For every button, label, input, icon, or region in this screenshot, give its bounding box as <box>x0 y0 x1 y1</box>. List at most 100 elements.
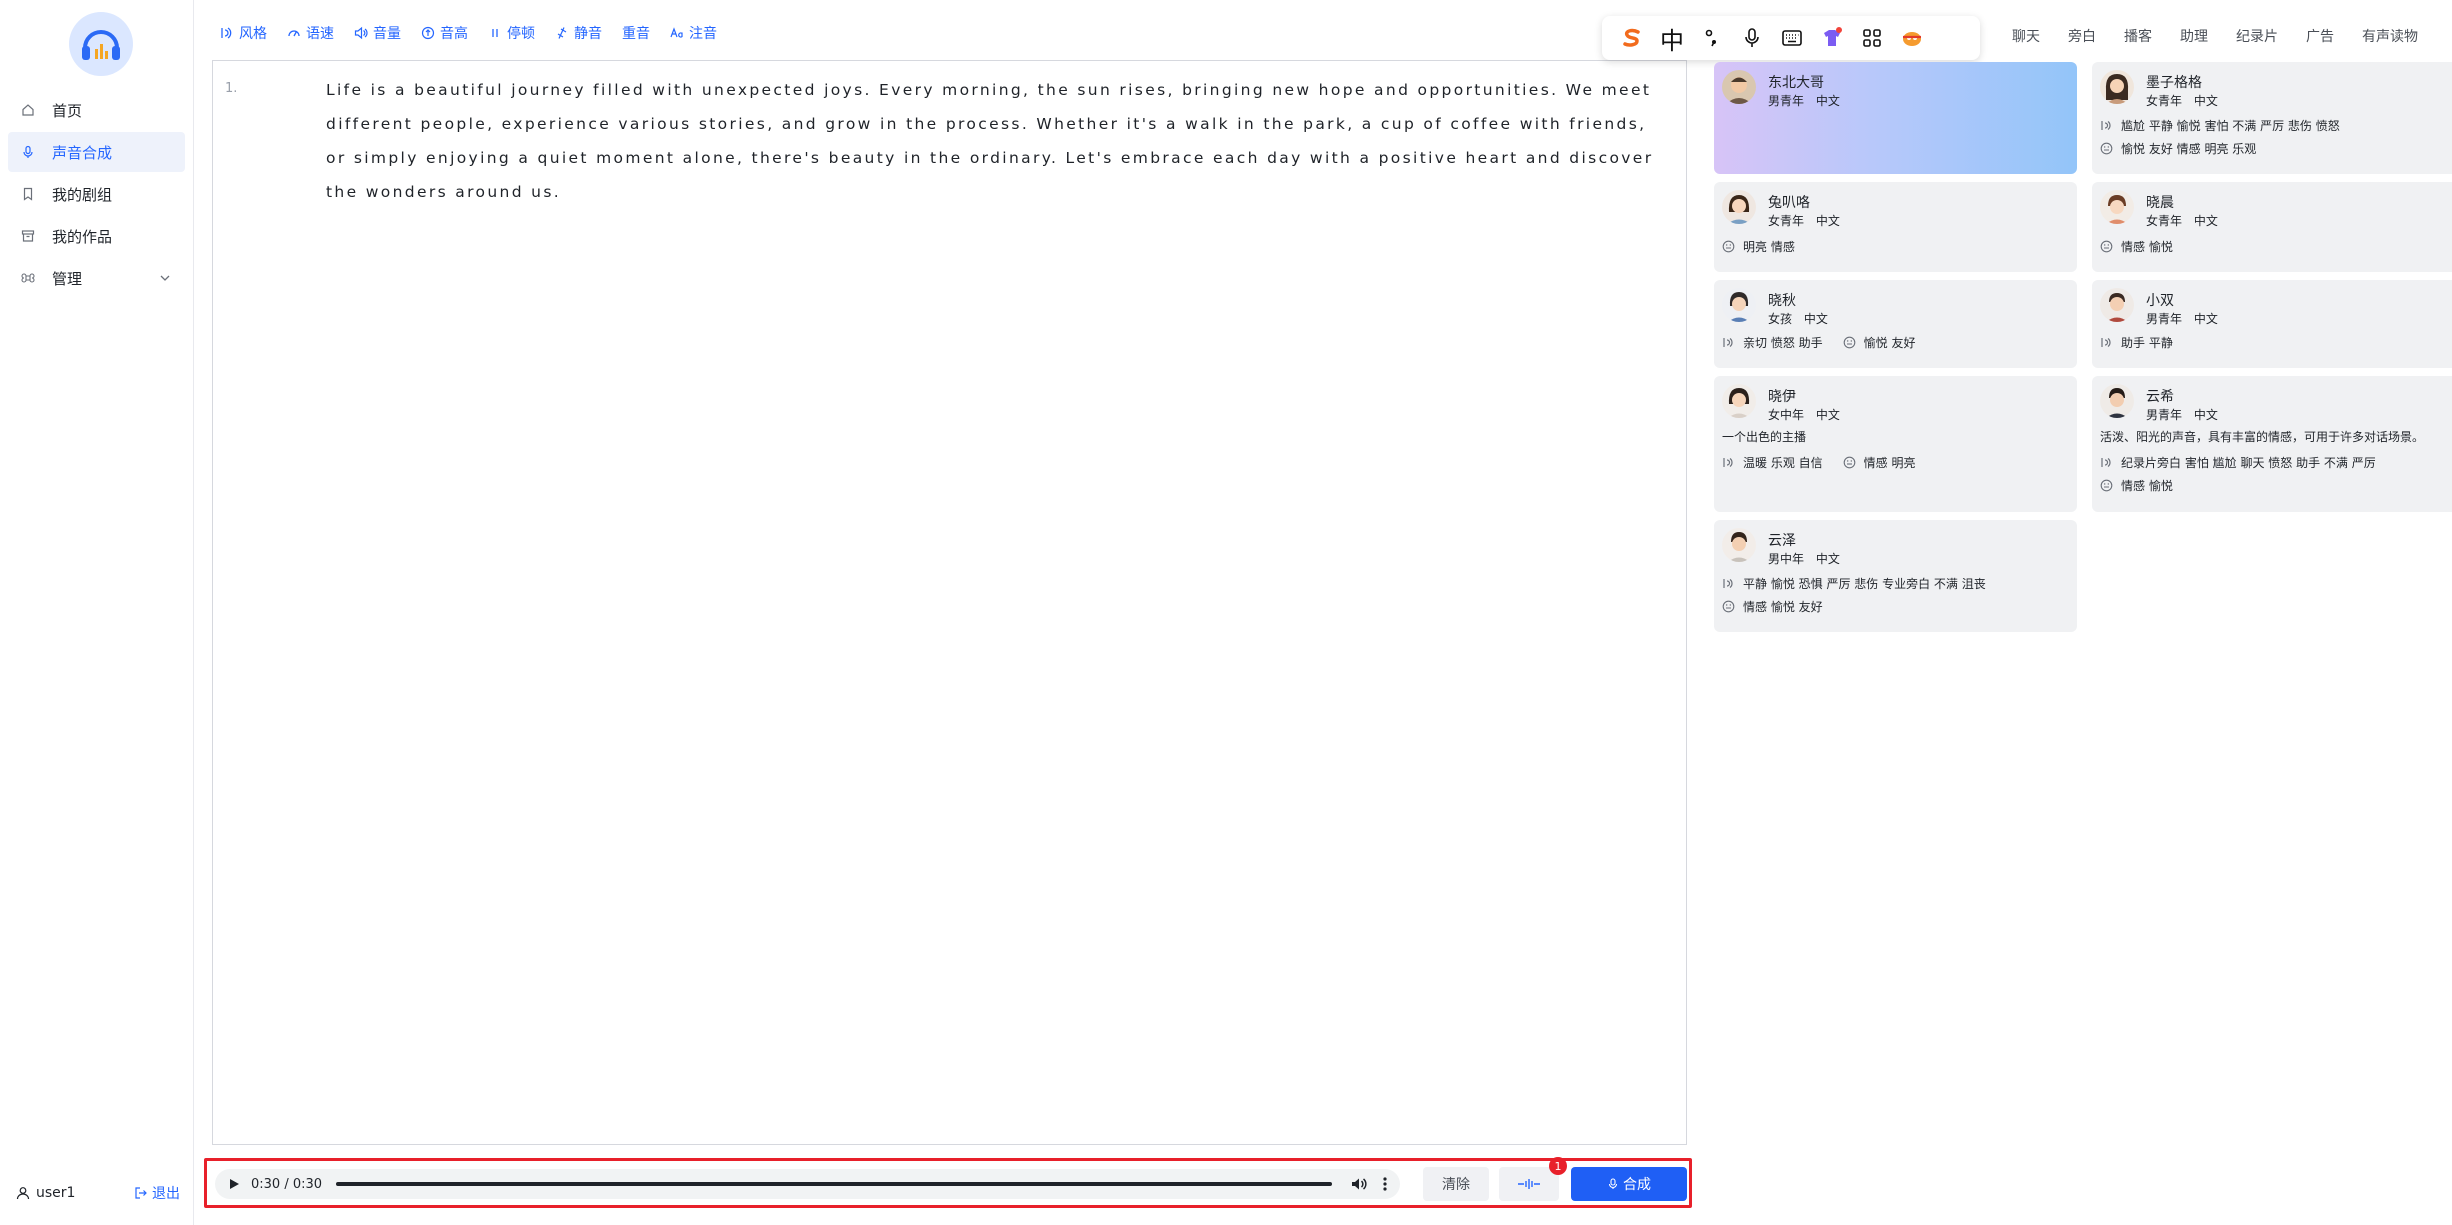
keyboard-icon[interactable] <box>1772 18 1812 58</box>
voice-card[interactable]: 云希 男青年 中文 活泼、阳光的声音，具有丰富的情感，可用于许多对话场景。 纪录… <box>2092 376 2452 512</box>
more-options-icon[interactable] <box>1382 1176 1388 1192</box>
voice-card[interactable]: 晓秋 女孩 中文 亲切 愤怒 助手 愉悦 友好 <box>1714 280 2077 368</box>
voice-name: 东北大哥 <box>1768 75 1824 91</box>
toolbox-grid-icon[interactable] <box>1852 18 1892 58</box>
tool-style[interactable]: 风格 <box>220 23 267 43</box>
emotion-tags: 愉悦 友好 情感 明亮 乐观 <box>2100 140 2276 157</box>
play-icon[interactable] <box>227 1177 241 1191</box>
emotion-icon <box>1843 456 1855 469</box>
tool-label: 注音 <box>689 26 717 42</box>
ime-logo-icon[interactable] <box>1612 18 1652 58</box>
username: user1 <box>36 1185 76 1201</box>
tab-advertisement[interactable]: 广告 <box>2306 26 2334 46</box>
phonetic-icon <box>670 27 683 38</box>
voice-name: 小双 <box>2146 293 2174 309</box>
tool-speed[interactable]: 语速 <box>287 23 334 43</box>
tool-pitch[interactable]: 音高 <box>421 23 468 43</box>
sidebar-item-my-works[interactable]: 我的作品 <box>8 216 185 256</box>
style-icon <box>221 27 232 39</box>
tool-pause[interactable]: 停顿 <box>488 23 535 43</box>
emotion-tags: 情感 愉悦 <box>2100 477 2193 494</box>
voice-tags: 亲切 愤怒 助手 愉悦 友好 <box>1722 334 1935 351</box>
tool-stress[interactable]: 重音 <box>622 23 650 43</box>
editor-toolbar: 风格 语速 音量 音高 停顿 静音 重音 注音 <box>220 23 737 43</box>
app-root: 首页 声音合成 我的剧组 我的作品 管理 user1 退出 风格 语速 音量 音… <box>0 0 2452 1225</box>
voice-card[interactable]: 东北大哥 男青年 中文 <box>1714 62 2077 174</box>
skin-icon[interactable] <box>1812 18 1852 58</box>
sidebar-item-label: 我的剧组 <box>52 185 113 204</box>
tool-mute[interactable]: 静音 <box>555 23 602 43</box>
tool-phonetic[interactable]: 注音 <box>670 23 717 43</box>
style-icon <box>2101 458 2111 467</box>
waveform-button[interactable] <box>1499 1167 1559 1201</box>
voice-description: 活泼、阳光的声音，具有丰富的情感，可用于许多对话场景。 <box>2100 430 2425 444</box>
voice-name: 云希 <box>2146 389 2174 405</box>
voice-meta: 女孩 中文 <box>1768 312 1828 326</box>
voice-card[interactable]: 墨子格格 女青年 中文 尴尬 平静 愉悦 害怕 不满 严厉 悲伤 愤怒 愉悦 友… <box>2092 62 2452 174</box>
audio-control-bar: 0:30 / 0:30 清除 1 合成 <box>204 1157 1692 1208</box>
sidebar-nav: 首页 声音合成 我的剧组 我的作品 管理 <box>8 90 185 300</box>
logout-label: 退出 <box>152 1186 180 1202</box>
archive-icon <box>20 228 36 244</box>
ime-language-toggle[interactable]: 中 <box>1652 18 1692 58</box>
user-icon <box>16 1187 30 1200</box>
voice-card[interactable]: 兔叭咯 女青年 中文 明亮 情感 <box>1714 182 2077 272</box>
sidebar-item-admin[interactable]: 管理 <box>8 258 185 298</box>
tab-documentary[interactable]: 纪录片 <box>2236 26 2278 46</box>
progress-track[interactable] <box>336 1182 1332 1186</box>
tool-label: 重音 <box>622 26 650 42</box>
ime-toolbar: 中 <box>1602 16 1980 60</box>
emotion-tags: 明亮 情感 <box>1722 238 1815 255</box>
synthesize-button[interactable]: 合成 <box>1571 1167 1687 1201</box>
text-editor[interactable]: 1. Life is a beautiful journey filled wi… <box>212 60 1687 1145</box>
emotion-icon <box>2100 142 2113 155</box>
logout-icon <box>135 1187 147 1199</box>
avatar <box>1722 384 1756 418</box>
tab-assistant[interactable]: 助理 <box>2180 26 2208 46</box>
editor-text[interactable]: Life is a beautiful journey filled with … <box>326 73 1666 209</box>
tab-audiobook[interactable]: 有声读物 <box>2362 26 2418 46</box>
volume-icon <box>354 26 368 40</box>
voice-meta: 女青年 中文 <box>1768 214 1840 228</box>
sidebar-item-home[interactable]: 首页 <box>8 90 185 130</box>
tool-label: 音高 <box>440 26 468 42</box>
pitch-icon <box>421 26 435 40</box>
voice-card[interactable]: 晓伊 女中年 中文 一个出色的主播 温暖 乐观 自信 情感 明亮 <box>1714 376 2077 512</box>
punctuation-icon[interactable] <box>1692 18 1732 58</box>
voice-card[interactable]: 小双 男青年 中文 助手 平静 <box>2092 280 2452 368</box>
tab-narration[interactable]: 旁白 <box>2068 26 2096 46</box>
volume-icon[interactable] <box>1350 1175 1368 1193</box>
sidebar-item-my-crew[interactable]: 我的剧组 <box>8 174 185 214</box>
voice-name: 云泽 <box>1768 533 1796 549</box>
tab-podcast[interactable]: 播客 <box>2124 26 2152 46</box>
tool-label: 停顿 <box>507 26 535 42</box>
voice-category-tabs: 聊天 旁白 播客 助理 纪录片 广告 有声读物 <box>2012 26 2446 46</box>
voice-input-icon[interactable] <box>1732 18 1772 58</box>
tab-chat[interactable]: 聊天 <box>2012 26 2040 46</box>
voice-meta: 女中年 中文 <box>1768 408 1840 422</box>
avatar <box>2100 288 2134 322</box>
voice-name: 墨子格格 <box>2146 75 2202 91</box>
voice-meta: 男青年 中文 <box>1768 94 1840 108</box>
style-tags: 平静 愉悦 恐惧 严厉 悲伤 专业旁白 不满 沮丧 <box>1722 575 2006 592</box>
style-icon <box>1723 338 1733 347</box>
voice-meta: 男中年 中文 <box>1768 552 1840 566</box>
mascot-icon[interactable] <box>1892 18 1932 58</box>
sidebar-item-label: 我的作品 <box>52 227 113 246</box>
logout-button[interactable]: 退出 <box>134 1183 180 1203</box>
emotion-icon <box>1722 240 1735 253</box>
avatar <box>2100 190 2134 224</box>
voice-name: 晓伊 <box>1768 389 1796 405</box>
speed-icon <box>288 30 300 37</box>
sidebar-item-label: 声音合成 <box>52 143 113 162</box>
sidebar-item-label: 管理 <box>52 269 83 288</box>
voice-card[interactable]: 云泽 男中年 中文 平静 愉悦 恐惧 严厉 悲伤 专业旁白 不满 沮丧 情感 愉… <box>1714 520 2077 632</box>
sidebar-item-voice-synthesis[interactable]: 声音合成 <box>8 132 185 172</box>
voice-card[interactable]: 晓晨 女青年 中文 情感 愉悦 <box>2092 182 2452 272</box>
mic-icon <box>1608 1178 1618 1189</box>
voice-meta: 男青年 中文 <box>2146 312 2218 326</box>
tool-volume[interactable]: 音量 <box>354 23 401 43</box>
clear-button[interactable]: 清除 <box>1423 1167 1489 1201</box>
voice-meta: 男青年 中文 <box>2146 408 2218 422</box>
audio-player[interactable]: 0:30 / 0:30 <box>215 1169 1400 1199</box>
